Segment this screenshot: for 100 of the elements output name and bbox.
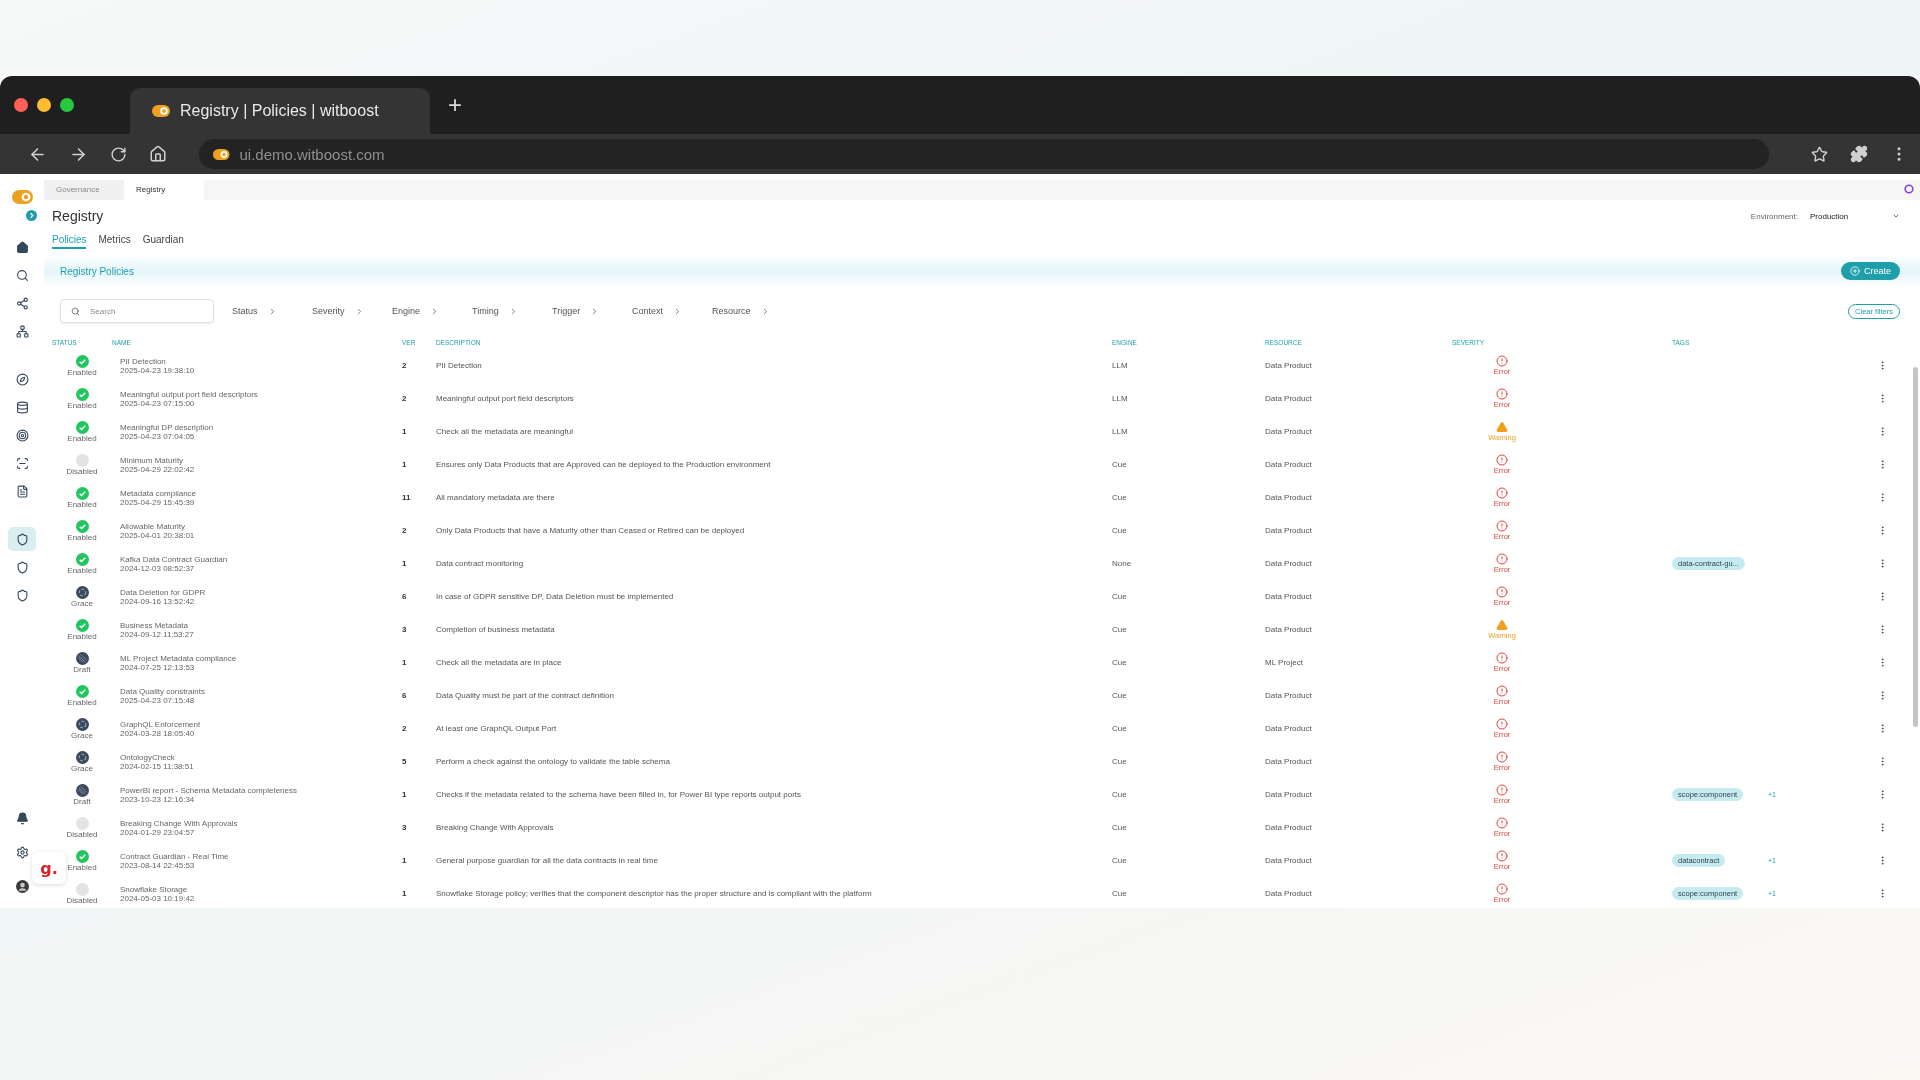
home-icon[interactable] (15, 240, 29, 254)
new-tab-button[interactable]: + (448, 91, 462, 119)
target-icon[interactable] (15, 428, 29, 442)
version-number: 1 (402, 460, 408, 469)
warning-icon (1496, 421, 1508, 433)
scan-icon[interactable] (15, 456, 29, 470)
filter-dropdown[interactable]: Status (232, 306, 294, 316)
error-icon (1496, 355, 1508, 367)
search-input[interactable]: Search (88, 305, 198, 317)
draft-circle-icon (75, 783, 89, 797)
filter-dropdown[interactable]: Resource (712, 306, 774, 316)
address-bar[interactable]: ui.demo.witboost.com (199, 139, 1769, 169)
filter-dropdown[interactable]: Context (632, 306, 694, 316)
error-icon (1496, 454, 1508, 466)
nodes-icon[interactable] (15, 296, 29, 310)
status-label: Enabled (67, 565, 97, 575)
environment-label: Environment: (1750, 211, 1798, 221)
floating-widget[interactable]: g. (32, 852, 66, 884)
close-icon[interactable] (14, 98, 28, 112)
policy-description: Data Quality must be part of the contract definition (436, 691, 615, 700)
check-circle-icon (75, 618, 89, 632)
shield-icon[interactable] (15, 560, 29, 574)
disabled-circle-icon (75, 816, 89, 830)
filter-dropdown[interactable]: Severity (312, 306, 374, 316)
page-tab[interactable]: Metrics (98, 234, 131, 249)
resource-type: Data Product (1265, 493, 1313, 502)
resource-type: Data Product (1265, 724, 1313, 733)
ring-icon[interactable] (1904, 184, 1914, 194)
disabled-circle-icon (75, 882, 89, 896)
breadcrumb-link[interactable]: Registry (124, 180, 204, 200)
search-field[interactable]: Search (60, 299, 214, 323)
search-icon[interactable] (15, 268, 29, 282)
error-icon (1496, 520, 1508, 532)
policy-name: GraphQL Enforcement (120, 719, 202, 729)
environment-select[interactable]: Production (1810, 211, 1900, 221)
browser-tab[interactable]: Registry | Policies | witboost (130, 88, 430, 134)
policy-name: Meaningful output port field descriptors (120, 389, 259, 399)
filter-dropdown[interactable]: Trigger (552, 306, 614, 316)
error-icon (1496, 883, 1508, 895)
version-number: 6 (402, 592, 408, 601)
error-icon (1496, 652, 1508, 664)
version-number: 11 (402, 493, 412, 502)
grace-circle-icon (75, 717, 89, 731)
expand-icon[interactable] (25, 210, 37, 221)
policy-date: 2025-04-23 07:15:00 (120, 398, 195, 408)
resource-type: Data Product (1265, 790, 1313, 799)
policy-description: Perform a check against the ontology to validate the table schema (436, 757, 671, 766)
shield-icon[interactable] (15, 532, 29, 546)
sidebar-item[interactable] (8, 527, 36, 551)
grace-circle-icon (75, 585, 89, 599)
logo-icon (152, 105, 170, 117)
chevron-down-icon[interactable] (1892, 212, 1900, 220)
document-icon[interactable] (15, 484, 29, 498)
policy-name: Data Quality constraints (120, 686, 206, 696)
filter-dropdown[interactable]: Timing (472, 306, 534, 316)
bookmark-star-icon[interactable] (1811, 145, 1828, 163)
version-number: 1 (402, 427, 408, 436)
resource-type: Data Product (1265, 856, 1313, 865)
policy-date: 2024-02-15 11:38:51 (120, 761, 195, 771)
check-circle-icon (75, 486, 89, 500)
resource-type: Data Product (1265, 889, 1313, 898)
status-label: Enabled (67, 631, 97, 641)
resource-type: ML Project (1265, 658, 1304, 667)
policy-date: 2024-07-25 12:13:53 (120, 662, 196, 672)
version-number: 3 (402, 625, 408, 634)
error-icon (1496, 718, 1508, 730)
error-icon (1496, 784, 1508, 796)
policy-name: ML Project Metadata compliance (120, 653, 238, 663)
scrollbar[interactable] (1913, 367, 1918, 727)
engine-name: Cue (1112, 691, 1128, 700)
extensions-icon[interactable] (1850, 145, 1868, 163)
resource-type: Data Product (1265, 691, 1313, 700)
status-label: Enabled (67, 862, 97, 872)
version-number: 1 (402, 658, 408, 667)
policy-name: Meaningful DP description (120, 422, 215, 432)
version-number: 5 (402, 757, 408, 766)
compass-icon[interactable] (15, 372, 29, 386)
avatar-icon[interactable] (15, 879, 29, 893)
error-icon (1496, 553, 1508, 565)
page-tab[interactable]: Guardian (142, 234, 184, 249)
reload-icon[interactable] (110, 145, 127, 163)
bell-icon[interactable] (15, 811, 29, 825)
filter-dropdown[interactable]: Engine (392, 306, 454, 316)
tree-icon[interactable] (15, 324, 29, 338)
version-number: 1 (402, 559, 408, 568)
database-icon[interactable] (15, 400, 29, 414)
minimize-icon[interactable] (37, 98, 51, 112)
settings-icon[interactable] (15, 845, 29, 859)
policy-name: Data Deletion for GDPR (120, 587, 207, 597)
policy-description: PII Detection (436, 361, 483, 370)
shield-icon[interactable] (15, 588, 29, 602)
resource-type: Data Product (1265, 757, 1313, 766)
search-icon (71, 306, 80, 316)
engine-name: Cue (1112, 526, 1128, 535)
policy-date: 2024-09-12 11:53:27 (120, 629, 195, 639)
error-icon (1496, 487, 1508, 499)
logo-icon (11, 190, 33, 204)
maximize-icon[interactable] (60, 98, 74, 112)
policy-name: PII Detection (120, 356, 167, 366)
policy-date: 2023-08-14 22:45:53 (120, 860, 196, 870)
